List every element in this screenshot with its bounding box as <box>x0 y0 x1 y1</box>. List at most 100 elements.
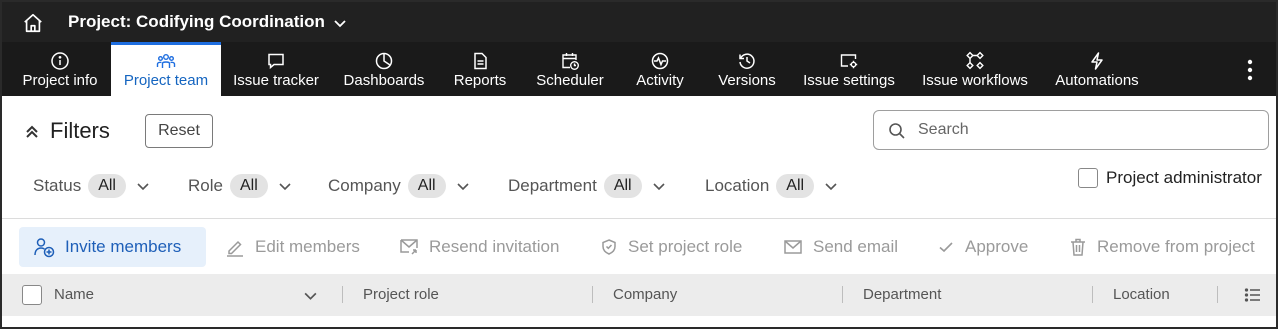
set-project-role-button[interactable]: Set project role <box>600 227 742 267</box>
column-divider[interactable] <box>592 286 593 303</box>
column-divider[interactable] <box>342 286 343 303</box>
tab-scheduler[interactable]: Scheduler <box>530 42 610 96</box>
tab-label: Issue tracker <box>233 72 319 89</box>
calendar-clock-icon <box>562 53 579 70</box>
send-email-button[interactable]: Send email <box>783 227 898 267</box>
remove-from-project-button[interactable]: Remove from project <box>1069 227 1255 267</box>
column-divider[interactable] <box>842 286 843 303</box>
filter-value: All <box>776 174 815 198</box>
tab-label: Scheduler <box>536 72 604 89</box>
home-icon[interactable] <box>22 12 44 34</box>
tab-label: Automations <box>1055 72 1139 89</box>
filter-role[interactable]: Role All <box>188 173 292 199</box>
invite-members-label: Invite members <box>65 237 182 256</box>
reset-button[interactable]: Reset <box>145 114 213 148</box>
project-selector[interactable]: Project: Codifying Coordination <box>68 12 325 32</box>
filter-label: Department <box>508 176 597 195</box>
column-settings-icon[interactable] <box>1244 286 1262 304</box>
filter-department[interactable]: Department All <box>508 173 666 199</box>
tab-project-info[interactable]: Project info <box>12 42 108 96</box>
pie-chart-icon <box>375 52 393 70</box>
project-label: Project: <box>68 12 132 31</box>
tab-reports[interactable]: Reports <box>448 42 512 96</box>
project-administrator-checkbox[interactable] <box>1078 168 1098 188</box>
tab-automations[interactable]: Automations <box>1048 42 1146 96</box>
project-administrator-filter[interactable]: Project administrator <box>1078 168 1262 188</box>
project-administrator-label: Project administrator <box>1106 168 1262 187</box>
column-header-name[interactable]: Name <box>54 286 94 303</box>
edit-members-button[interactable]: Edit members <box>225 227 360 267</box>
info-icon <box>51 52 69 70</box>
tab-issue-workflows[interactable]: Issue workflows <box>916 42 1034 96</box>
chevron-down-icon <box>137 183 149 191</box>
tab-label: Reports <box>453 72 507 89</box>
select-all-checkbox[interactable] <box>22 285 42 305</box>
filter-label: Location <box>705 176 770 195</box>
chevron-down-icon <box>825 183 837 191</box>
tab-label: Project info <box>22 72 98 89</box>
lightning-icon <box>1091 52 1103 70</box>
chat-icon <box>268 53 284 70</box>
filter-value: All <box>229 174 268 198</box>
history-icon <box>739 53 755 69</box>
tab-activity[interactable]: Activity <box>630 42 690 96</box>
divider <box>2 218 1276 219</box>
tab-issue-tracker[interactable]: Issue tracker <box>228 42 324 96</box>
chevron-down-icon <box>456 183 469 191</box>
checkmark-icon <box>939 242 953 253</box>
team-icon <box>156 54 176 68</box>
pencil-icon <box>227 240 243 257</box>
chevron-down-icon[interactable] <box>332 15 348 31</box>
column-header-project-role[interactable]: Project role <box>363 286 439 303</box>
column-header-department[interactable]: Department <box>863 286 941 303</box>
tab-project-team[interactable]: Project team <box>111 42 221 96</box>
set-project-role-label: Set project role <box>628 237 743 256</box>
tab-label: Project team <box>123 72 209 89</box>
more-vertical-icon[interactable] <box>1242 58 1258 82</box>
project-nav: Project info Project team Issue tracker … <box>2 42 1276 96</box>
chevrons-up-icon <box>26 125 38 138</box>
project-name: Codifying Coordination <box>136 12 325 31</box>
filter-status[interactable]: Status All <box>33 173 150 199</box>
approve-button[interactable]: Approve <box>937 227 1028 267</box>
column-header-company[interactable]: Company <box>613 286 677 303</box>
filters-title: Filters <box>50 118 110 143</box>
tab-label: Dashboards <box>343 72 425 89</box>
pulse-icon <box>651 52 669 70</box>
send-email-label: Send email <box>813 237 899 256</box>
title-bar: Project: Codifying Coordination <box>2 2 1276 42</box>
chevron-down-icon <box>653 183 665 191</box>
search-box[interactable] <box>873 110 1269 150</box>
filter-label: Role <box>188 176 223 195</box>
issue-settings-icon <box>840 54 858 69</box>
column-header-location[interactable]: Location <box>1113 286 1170 303</box>
filter-value: All <box>603 174 642 198</box>
tab-label: Issue workflows <box>922 72 1028 89</box>
chevron-down-icon[interactable] <box>303 288 318 303</box>
chevron-down-icon <box>279 183 291 191</box>
resend-invitation-button[interactable]: Resend invitation <box>399 227 559 267</box>
remove-from-project-label: Remove from project <box>1097 237 1255 256</box>
edit-members-label: Edit members <box>255 237 360 256</box>
resend-mail-icon <box>400 239 418 255</box>
search-input[interactable] <box>918 119 1248 141</box>
invite-members-button[interactable]: Invite members <box>19 227 206 267</box>
workflow-icon <box>966 51 984 70</box>
trash-icon <box>1071 238 1085 256</box>
filter-company[interactable]: Company All <box>328 173 470 199</box>
filter-value: All <box>88 174 126 198</box>
search-icon <box>889 123 905 139</box>
tab-dashboards[interactable]: Dashboards <box>338 42 430 96</box>
filters-toggle[interactable]: Filters <box>24 118 110 144</box>
shield-icon <box>602 239 616 255</box>
column-divider[interactable] <box>1092 286 1093 303</box>
resend-invitation-label: Resend invitation <box>429 237 560 256</box>
tab-issue-settings[interactable]: Issue settings <box>798 42 900 96</box>
tab-versions[interactable]: Versions <box>712 42 782 96</box>
mail-icon <box>784 240 802 254</box>
filter-location[interactable]: Location All <box>705 173 838 199</box>
filter-label: Company <box>328 176 401 195</box>
filter-value: All <box>407 174 446 198</box>
tab-label: Versions <box>718 72 776 89</box>
tab-label: Issue settings <box>803 72 895 89</box>
